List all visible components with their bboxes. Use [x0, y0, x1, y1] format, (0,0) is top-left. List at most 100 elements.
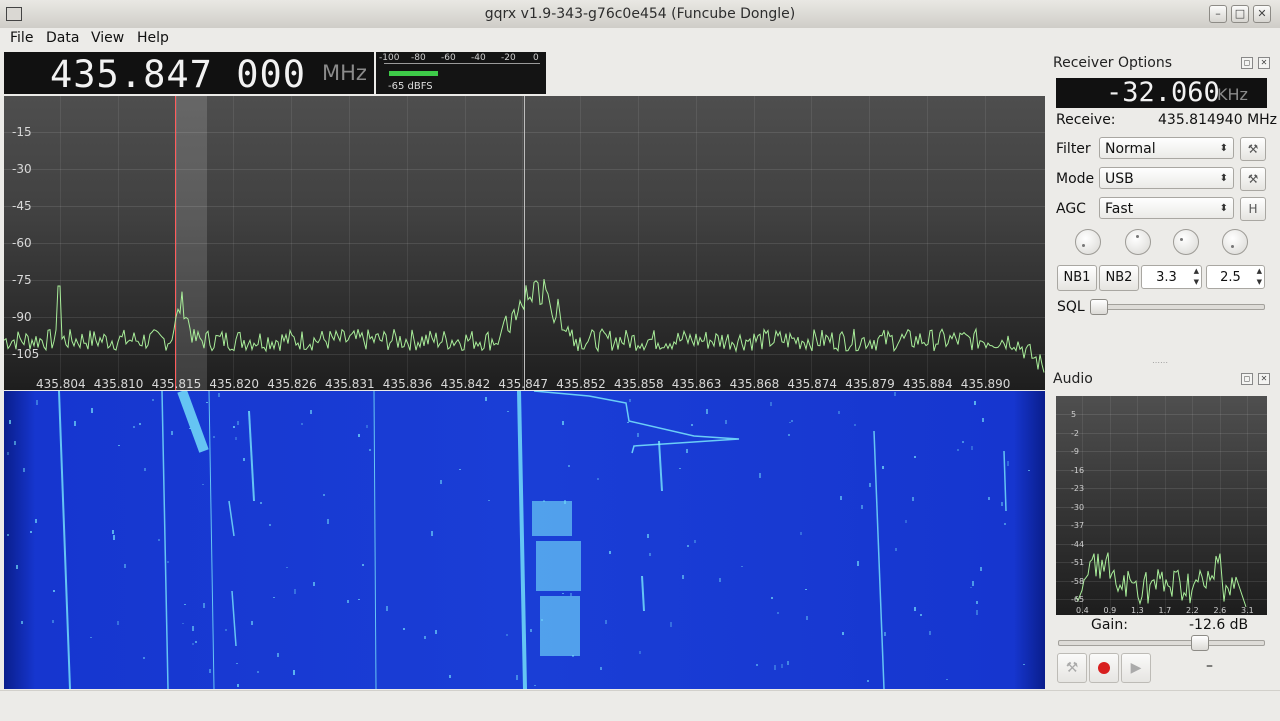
wrench-icon: ⚒ — [1065, 660, 1079, 676]
waterfall-speck — [842, 632, 844, 635]
waterfall-speck — [53, 590, 55, 592]
agc-decay-knob[interactable] — [1173, 229, 1199, 255]
waterfall-speck — [362, 564, 364, 566]
waterfall-speck — [974, 401, 976, 405]
waterfall-speck — [209, 669, 211, 673]
mode-options-button[interactable]: ⚒ — [1240, 167, 1266, 191]
waterfall-speck — [7, 534, 9, 536]
panel-float-icon[interactable]: ◻ — [1241, 373, 1253, 385]
waterfall-speck — [564, 500, 566, 504]
panel-splitter-grip[interactable]: ⋯⋯ — [1152, 358, 1168, 367]
agc-slope-knob[interactable] — [1125, 229, 1151, 255]
frequency-value[interactable]: 435.847 000 — [50, 53, 306, 96]
nb1-threshold-spinbox[interactable]: 3.3 ▲ ▼ — [1141, 265, 1202, 289]
filter-select[interactable]: Normal ⬍ — [1099, 137, 1234, 159]
combo-arrows-icon: ⬍ — [1219, 173, 1228, 184]
audio-options-button[interactable]: ⚒ — [1057, 653, 1087, 683]
minimize-button[interactable]: – — [1209, 5, 1227, 23]
nb1-button[interactable]: NB1 — [1057, 265, 1097, 291]
waterfall-traces — [7, 391, 1030, 689]
offset-value[interactable]: -32.060 — [1106, 77, 1220, 108]
waterfall-speck — [358, 599, 360, 600]
filter-options-button[interactable]: ⚒ — [1240, 137, 1266, 161]
gain-label: Gain: — [1091, 617, 1128, 633]
spin-arrows-icon[interactable]: ▲ ▼ — [1257, 266, 1262, 288]
waterfall-speck — [257, 671, 259, 673]
audio-y-label: -51 — [1071, 558, 1085, 567]
waterfall-display[interactable] — [4, 391, 1045, 689]
waterfall-speck — [516, 675, 518, 680]
waterfall-burst — [532, 501, 572, 536]
filter-label: Filter — [1056, 141, 1091, 157]
waterfall-speck — [14, 441, 16, 445]
waterfall-speck — [192, 643, 194, 645]
audio-fft-plot[interactable]: 5 -2 -9 -16 -23 -30 -37 -44 -51 -58 -65 0.4 0.9 1.3 1.… — [1056, 396, 1267, 615]
agc-value: Fast — [1105, 201, 1134, 217]
waterfall-speck — [774, 665, 776, 670]
waterfall-speck — [639, 651, 641, 654]
spectrum-plot[interactable]: -15 -30 -45 -60 -75 -90 -105 435.804 435.… — [4, 96, 1045, 390]
waterfall-speck — [36, 400, 38, 405]
x-axis-label: 435.831 — [325, 377, 375, 390]
waterfall-speck — [152, 399, 154, 401]
waterfall-speck — [488, 500, 490, 501]
x-axis-label: 435.842 — [440, 377, 491, 390]
agc-threshold-knob[interactable] — [1075, 229, 1101, 255]
waterfall-speck — [895, 548, 897, 551]
audio-x-label: 1.7 — [1158, 606, 1172, 615]
x-axis-label: 435.810 — [93, 377, 144, 390]
spin-arrows-icon[interactable]: ▲ ▼ — [1194, 266, 1199, 288]
waterfall-speck — [7, 452, 9, 455]
waterfall-speck — [403, 628, 405, 630]
record-button[interactable] — [1089, 653, 1119, 683]
waterfall-speck — [507, 411, 509, 412]
panel-float-icon[interactable]: ◻ — [1241, 57, 1253, 69]
nb2-threshold-spinbox[interactable]: 2.5 ▲ ▼ — [1206, 265, 1265, 289]
close-button[interactable]: ✕ — [1253, 5, 1271, 23]
waterfall-speck — [237, 684, 239, 687]
nb2-button[interactable]: NB2 — [1099, 265, 1139, 291]
wrench-icon: ⚒ — [1247, 142, 1259, 156]
play-button[interactable]: ▶ — [1121, 653, 1151, 683]
waterfall-speck — [649, 553, 651, 556]
waterfall-speck — [277, 653, 279, 657]
waterfall-speck — [530, 629, 532, 632]
waterfall-speck — [687, 545, 689, 547]
mode-select[interactable]: USB ⬍ — [1099, 167, 1234, 189]
menu-help[interactable]: Help — [137, 30, 169, 46]
waterfall-signal — [1003, 450, 1007, 512]
waterfall-speck — [605, 620, 607, 624]
waterfall-speck — [982, 418, 984, 422]
waterfall-speck — [838, 411, 840, 414]
waterfall-signal — [873, 430, 885, 689]
sql-slider-handle[interactable] — [1090, 299, 1108, 315]
waterfall-speck — [235, 437, 237, 440]
panel-close-icon[interactable]: ✕ — [1258, 57, 1270, 69]
audio-fft-trace — [1075, 552, 1247, 608]
play-icon: ▶ — [1130, 660, 1142, 676]
panel-close-icon[interactable]: ✕ — [1258, 373, 1270, 385]
sql-slider-track[interactable] — [1090, 304, 1265, 310]
waterfall-signal — [641, 575, 645, 612]
menu-data[interactable]: Data — [46, 30, 79, 46]
waterfall-speck — [440, 480, 442, 484]
waterfall-speck — [260, 502, 262, 504]
agc-hang-button[interactable]: H — [1240, 197, 1266, 221]
waterfall-speck — [756, 664, 758, 666]
audio-x-label: 3.1 — [1241, 606, 1254, 615]
x-axis-label: 435.847 — [498, 377, 549, 390]
offset-unit: KHz — [1217, 85, 1248, 104]
maximize-button[interactable]: □ — [1231, 5, 1249, 23]
gain-slider-track[interactable] — [1058, 640, 1265, 646]
audio-y-label: -2 — [1071, 428, 1079, 438]
waterfall-speck — [182, 623, 184, 624]
waterfall-signal — [373, 391, 377, 689]
waterfall-speck — [682, 575, 684, 579]
agc-select[interactable]: Fast ⬍ — [1099, 197, 1234, 219]
menu-view[interactable]: View — [91, 30, 124, 46]
gain-slider-handle[interactable] — [1191, 635, 1210, 651]
menu-file[interactable]: File — [10, 30, 33, 46]
nb2-threshold-value: 2.5 — [1220, 270, 1241, 285]
agc-gain-knob[interactable] — [1222, 229, 1248, 255]
waterfall-speck — [1023, 664, 1025, 665]
